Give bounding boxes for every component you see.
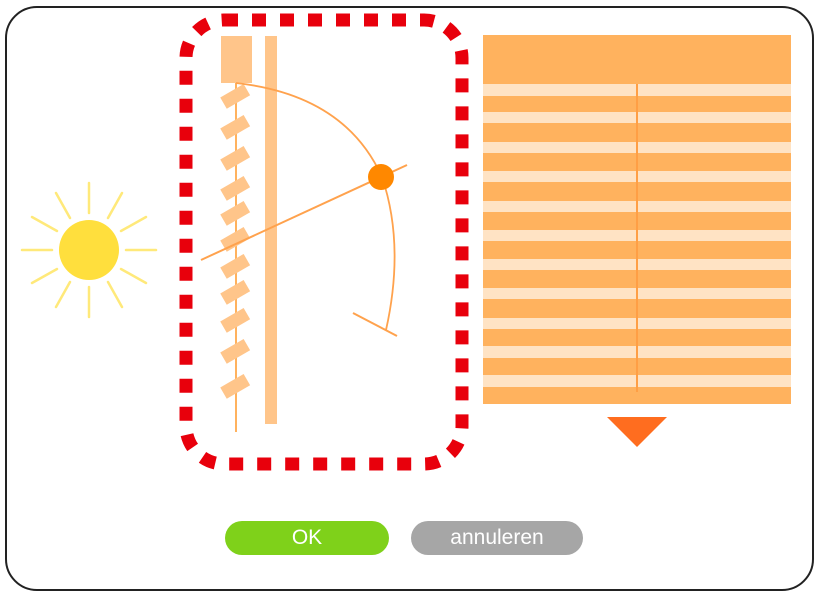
arc-end-stop <box>352 312 398 337</box>
slat-tilt-diagram[interactable] <box>200 36 408 432</box>
sun-icon <box>20 181 158 319</box>
blind-icon <box>483 35 791 404</box>
cancel-button[interactable]: annuleren <box>411 521 583 555</box>
scene-canvas <box>20 13 791 555</box>
down-arrow-icon[interactable] <box>607 417 667 447</box>
slat-stack <box>220 83 251 399</box>
headrail-side <box>221 36 252 83</box>
tilt-handle[interactable] <box>368 164 394 190</box>
ok-button[interactable]: OK <box>225 521 389 555</box>
